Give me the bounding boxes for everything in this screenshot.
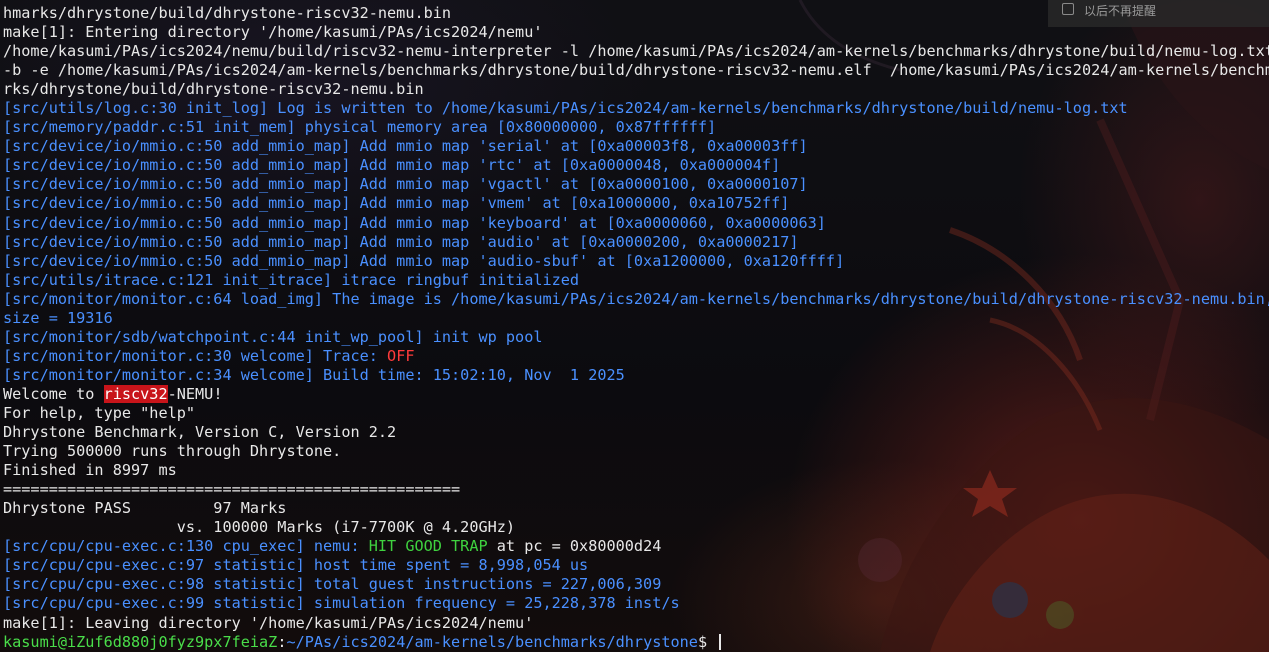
terminal-text: hmarks/dhrystone/build/dhrystone-riscv32… (3, 4, 452, 22)
shell-prompt-line[interactable]: kasumi@iZuf6d880j0fyz9px7feiaZ:~/PAs/ics… (3, 633, 1265, 652)
terminal-line: [src/utils/itrace.c:121 init_itrace] itr… (3, 271, 1265, 290)
terminal-line: Welcome to riscv32-NEMU! (3, 384, 1265, 404)
terminal-line: [src/device/io/mmio.c:50 add_mmio_map] A… (3, 214, 1265, 233)
terminal-text: For help, type "help" (3, 403, 196, 422)
terminal-line: [src/device/io/mmio.c:50 add_mmio_map] A… (3, 194, 1265, 213)
terminal-line: [src/monitor/monitor.c:30 welcome] Trace… (3, 347, 1265, 366)
terminal-text: [src/cpu/cpu-exec.c:130 cpu_exec] nemu: (3, 537, 369, 556)
terminal-line: [src/monitor/monitor.c:64 load_img] The … (3, 290, 1269, 309)
terminal-line: make[1]: Entering directory '/home/kasum… (3, 23, 1265, 42)
terminal-text: [src/device/io/mmio.c:50 add_mmio_map] A… (3, 194, 790, 213)
terminal-line: Trying 500000 runs through Dhrystone. (3, 442, 1265, 461)
terminal-text: [src/memory/paddr.c:51 init_mem] physica… (3, 118, 717, 137)
terminal-text: Dhrystone PASS 97 Marks (3, 499, 287, 518)
terminal-text: [src/monitor/monitor.c:64 load_img] The … (3, 289, 1269, 308)
terminal-line: [src/memory/paddr.c:51 init_mem] physica… (3, 118, 1265, 137)
terminal-line: -b -e /home/kasumi/PAs/ics2024/am-kernel… (3, 61, 1269, 80)
terminal-text: make[1]: Entering directory '/home/kasum… (3, 23, 543, 42)
terminal-line: [src/cpu/cpu-exec.c:98 statistic] total … (3, 575, 1265, 594)
prompt-path: ~/PAs/ics2024/am-kernels/benchmarks/dhry… (286, 632, 698, 651)
terminal-text: -NEMU! (167, 384, 223, 403)
terminal-output: hmarks/dhrystone/build/dhrystone-riscv32… (3, 4, 1269, 652)
terminal-line: ========================================… (3, 480, 1265, 499)
terminal-line: rks/dhrystone/build/dhrystone-riscv32-ne… (3, 80, 1265, 99)
terminal-text: Welcome to (3, 384, 104, 403)
terminal-line: [src/device/io/mmio.c:50 add_mmio_map] A… (3, 252, 1265, 271)
terminal-line: [src/monitor/sdb/watchpoint.c:44 init_wp… (3, 328, 1265, 347)
terminal-text: [src/utils/itrace.c:121 init_itrace] itr… (3, 270, 580, 289)
prompt-symbol: $ (697, 632, 717, 651)
terminal-line: /home/kasumi/PAs/ics2024/nemu/build/risc… (3, 42, 1269, 61)
terminal-line: size = 19316 (3, 309, 1265, 328)
terminal-line: hmarks/dhrystone/build/dhrystone-riscv32… (3, 4, 1265, 23)
terminal-text: make[1]: Leaving directory '/home/kasumi… (3, 613, 534, 632)
terminal-line: [src/device/io/mmio.c:50 add_mmio_map] A… (3, 175, 1265, 194)
terminal-text: [src/cpu/cpu-exec.c:98 statistic] total … (3, 575, 662, 594)
terminal-text: Finished in 8997 ms (3, 461, 177, 480)
terminal-text: /home/kasumi/PAs/ics2024/nemu/build/risc… (3, 42, 1269, 61)
terminal-line: Dhrystone Benchmark, Version C, Version … (3, 423, 1265, 442)
terminal-line: Finished in 8997 ms (3, 461, 1265, 480)
terminal-text: Trying 500000 runs through Dhrystone. (3, 442, 342, 461)
terminal-line: [src/cpu/cpu-exec.c:97 statistic] host t… (3, 556, 1265, 575)
terminal-line: [src/cpu/cpu-exec.c:99 statistic] simula… (3, 594, 1265, 613)
terminal-text: [src/monitor/sdb/watchpoint.c:44 init_wp… (3, 327, 543, 346)
terminal-line: [src/utils/log.c:30 init_log] Log is wri… (3, 99, 1265, 118)
terminal-line: [src/device/io/mmio.c:50 add_mmio_map] A… (3, 233, 1265, 252)
terminal-text: [src/device/io/mmio.c:50 add_mmio_map] A… (3, 175, 808, 194)
prompt-user-host: kasumi@iZuf6d880j0fyz9px7feiaZ (3, 632, 278, 651)
terminal-text: ========================================… (3, 480, 461, 499)
terminal-text: rks/dhrystone/build/dhrystone-riscv32-ne… (3, 80, 424, 99)
terminal-text: riscv32 (103, 384, 168, 403)
terminal-text: [src/cpu/cpu-exec.c:97 statistic] host t… (3, 556, 589, 575)
terminal-text: [src/device/io/mmio.c:50 add_mmio_map] A… (3, 232, 799, 251)
terminal-text: Dhrystone Benchmark, Version C, Version … (3, 423, 397, 442)
terminal-line: [src/cpu/cpu-exec.c:130 cpu_exec] nemu: … (3, 537, 1265, 556)
terminal-window[interactable]: 以后不再提醒 hmarks/dhrystone/build/dhrystone-… (0, 0, 1269, 652)
terminal-text: vs. 100000 Marks (i7-7700K @ 4.20GHz) (3, 518, 516, 537)
terminal-text: [src/device/io/mmio.c:50 add_mmio_map] A… (3, 156, 781, 175)
text-cursor (719, 633, 722, 650)
terminal-text: [src/utils/log.c:30 init_log] Log is wri… (3, 99, 1128, 118)
terminal-line: Dhrystone PASS 97 Marks (3, 499, 1265, 518)
terminal-text: HIT GOOD TRAP (368, 537, 488, 556)
terminal-text: size = 19316 (3, 308, 113, 327)
terminal-line: [src/device/io/mmio.c:50 add_mmio_map] A… (3, 137, 1265, 156)
terminal-text: -b -e /home/kasumi/PAs/ics2024/am-kernel… (3, 61, 1269, 80)
terminal-line: vs. 100000 Marks (i7-7700K @ 4.20GHz) (3, 518, 1265, 537)
terminal-line: make[1]: Leaving directory '/home/kasumi… (3, 614, 1265, 633)
terminal-text: [src/monitor/monitor.c:30 welcome] Trace… (3, 346, 388, 365)
terminal-text: [src/device/io/mmio.c:50 add_mmio_map] A… (3, 251, 845, 270)
terminal-line: [src/monitor/monitor.c:34 welcome] Build… (3, 366, 1265, 385)
terminal-line: [src/device/io/mmio.c:50 add_mmio_map] A… (3, 156, 1265, 175)
terminal-text: [src/device/io/mmio.c:50 add_mmio_map] A… (3, 137, 808, 156)
terminal-text: [src/device/io/mmio.c:50 add_mmio_map] A… (3, 213, 826, 232)
terminal-text: OFF (387, 346, 415, 365)
terminal-line: For help, type "help" (3, 404, 1265, 423)
terminal-text: at pc = 0x80000d24 (487, 537, 662, 556)
terminal-text: [src/cpu/cpu-exec.c:99 statistic] simula… (3, 594, 680, 613)
terminal-text: [src/monitor/monitor.c:34 welcome] Build… (3, 365, 625, 384)
